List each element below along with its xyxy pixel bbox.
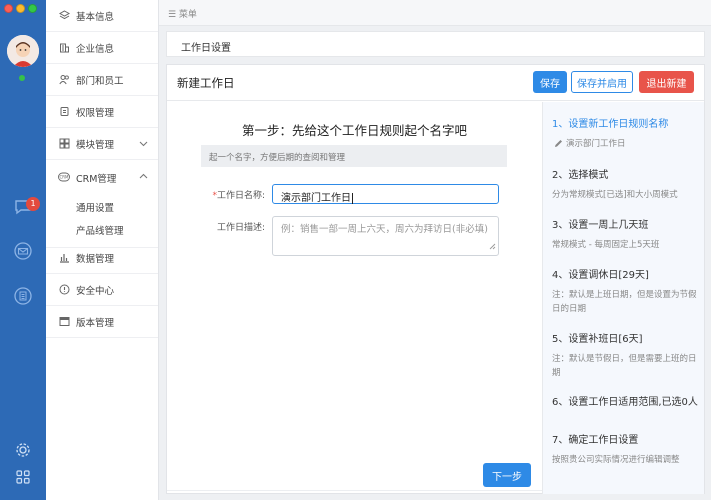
page-title: 新建工作日 xyxy=(177,76,235,90)
shield-icon xyxy=(58,284,70,296)
hint-bar: 起一个名字，方便后期的查阅和管理 xyxy=(201,145,507,167)
avatar[interactable] xyxy=(7,35,39,67)
steps-panel: 1、设置新工作日规则名称 演示部门工作日 2、选择模式 分为常规模式[已选]和大… xyxy=(542,102,704,494)
apps-grid-icon[interactable] xyxy=(12,466,34,488)
sidebar-item-label: 模块管理 xyxy=(76,139,115,151)
online-status-dot xyxy=(19,75,25,81)
app-rail: 1 xyxy=(0,0,46,500)
sidebar-subitem-product-lines[interactable]: 产品线管理 xyxy=(76,223,124,237)
sidebar-item-label: 部门和员工 xyxy=(76,75,124,87)
step-heading: 第一步：先给这个工作日规则起个名字吧 xyxy=(241,123,467,138)
divider xyxy=(167,490,542,491)
chevron-down-icon xyxy=(139,139,148,150)
step-desc: 注：默认是上班日期，但是设置为节假日的日期 xyxy=(552,290,697,314)
step-item[interactable]: 2、选择模式 分为常规模式[已选]和大小周模式 xyxy=(552,166,702,202)
sidebar-item-label: 权限管理 xyxy=(76,107,115,119)
step-desc: 演示部门工作日 xyxy=(566,139,626,149)
step-title: 5、设置补班日[6天] xyxy=(552,334,643,345)
breadcrumb: 工作日设置 xyxy=(166,31,705,57)
step-item[interactable]: 4、设置调休日[29天] 注：默认是上班日期，但是设置为节假日的日期 xyxy=(552,266,702,316)
svg-text:CRM: CRM xyxy=(59,175,69,180)
breadcrumb-label: 工作日设置 xyxy=(181,43,231,54)
sidebar-item-basic-info[interactable]: 基本信息 xyxy=(46,0,158,32)
building-icon xyxy=(58,42,70,54)
settings-sidebar: 基本信息 企业信息 部门和员工 权限管理 模块管理 CRM CRM管理 通用设置… xyxy=(46,0,159,500)
close-window-button[interactable] xyxy=(4,4,13,13)
step-item[interactable]: 5、设置补班日[6天] 注：默认是节假日，但是需要上班的日期 xyxy=(552,330,702,380)
sidebar-item-modules[interactable]: 模块管理 xyxy=(46,128,158,160)
form-area: 第一步：先给这个工作日规则起个名字吧 起一个名字，方便后期的查阅和管理 *工作日… xyxy=(167,102,542,494)
settings-gear-icon[interactable] xyxy=(12,439,34,461)
step-title: 4、设置调休日[29天] xyxy=(552,270,649,281)
sidebar-item-label: 企业信息 xyxy=(76,43,115,55)
panel-header: 新建工作日 保存 保存并启用 退出新建 xyxy=(167,65,704,101)
maximize-window-button[interactable] xyxy=(28,4,37,13)
step-title: 3、设置一周上几天班 xyxy=(552,220,649,231)
minimize-window-button[interactable] xyxy=(16,4,25,13)
sidebar-item-label: 安全中心 xyxy=(76,285,115,297)
sidebar-subitem-general-settings[interactable]: 通用设置 xyxy=(76,200,114,214)
save-and-enable-button[interactable]: 保存并启用 xyxy=(571,71,633,93)
exit-new-button[interactable]: 退出新建 xyxy=(639,71,694,93)
workday-name-input[interactable]: 演示部门工作日 xyxy=(272,184,499,204)
top-bar: ☰ 菜单 xyxy=(159,0,711,26)
sidebar-item-permissions[interactable]: 权限管理 xyxy=(46,96,158,128)
sidebar-item-label: CRM管理 xyxy=(76,174,117,185)
document-icon[interactable] xyxy=(12,285,34,307)
bar-chart-icon xyxy=(58,252,70,264)
step-desc: 分为常规模式[已选]和大小周模式 xyxy=(552,190,678,200)
save-button[interactable]: 保存 xyxy=(533,71,567,93)
description-label: 工作日描述: xyxy=(216,223,265,233)
workday-name-value: 演示部门工作日 xyxy=(281,193,351,204)
menu-toggle[interactable]: ☰ 菜单 xyxy=(168,7,197,20)
mail-icon[interactable] xyxy=(12,240,34,262)
sidebar-item-label: 基本信息 xyxy=(76,11,115,23)
sidebar-item-company-info[interactable]: 企业信息 xyxy=(46,32,158,64)
sidebar-item-label: 数据管理 xyxy=(76,253,115,265)
sidebar-item-label: 版本管理 xyxy=(76,317,115,329)
step-desc: 按照贵公司实际情况进行编辑调整 xyxy=(552,455,680,465)
pencil-icon xyxy=(554,139,563,153)
step-item[interactable]: 1、设置新工作日规则名称 演示部门工作日 xyxy=(552,115,702,151)
workday-description-textarea[interactable]: 例：销售一部一周上六天，周六为拜访日(非必填) xyxy=(272,216,499,256)
sidebar-item-versions[interactable]: 版本管理 xyxy=(46,306,158,338)
people-icon xyxy=(58,74,70,86)
chevron-up-icon xyxy=(139,171,148,182)
step-title: 2、选择模式 xyxy=(552,170,609,181)
step-title: 7、确定工作日设置 xyxy=(552,435,639,446)
sidebar-item-departments[interactable]: 部门和员工 xyxy=(46,64,158,96)
name-label: *工作日名称: xyxy=(212,191,265,201)
step-desc-row: 演示部门工作日 xyxy=(552,137,702,151)
step-desc: 常规模式 - 每周固定上5天班 xyxy=(552,240,660,250)
new-workday-panel: 新建工作日 保存 保存并启用 退出新建 第一步：先给这个工作日规则起个名字吧 起… xyxy=(166,64,705,494)
monitor-icon xyxy=(58,316,70,328)
next-step-button[interactable]: 下一步 xyxy=(483,463,531,487)
resize-handle-icon[interactable] xyxy=(489,242,496,253)
window-controls xyxy=(4,4,37,13)
sidebar-item-security[interactable]: 安全中心 xyxy=(46,274,158,306)
crm-icon: CRM xyxy=(58,171,70,183)
step-title: 6、设置工作日适用范围,已选0人 xyxy=(552,397,698,408)
layers-icon xyxy=(58,10,70,22)
step-title: 1、设置新工作日规则名称 xyxy=(552,119,669,130)
cube-icon xyxy=(58,138,70,150)
step-desc: 注：默认是节假日，但是需要上班的日期 xyxy=(552,354,697,378)
step-item[interactable]: 7、确定工作日设置 按照贵公司实际情况进行编辑调整 xyxy=(552,431,702,467)
step-item[interactable]: 3、设置一周上几天班 常规模式 - 每周固定上5天班 xyxy=(552,216,702,252)
notification-badge: 1 xyxy=(26,197,40,211)
key-icon xyxy=(58,106,70,118)
sidebar-item-data[interactable]: 数据管理 xyxy=(46,242,158,274)
step-item[interactable]: 6、设置工作日适用范围,已选0人 xyxy=(552,393,702,408)
description-placeholder: 例：销售一部一周上六天，周六为拜访日(非必填) xyxy=(281,224,488,235)
